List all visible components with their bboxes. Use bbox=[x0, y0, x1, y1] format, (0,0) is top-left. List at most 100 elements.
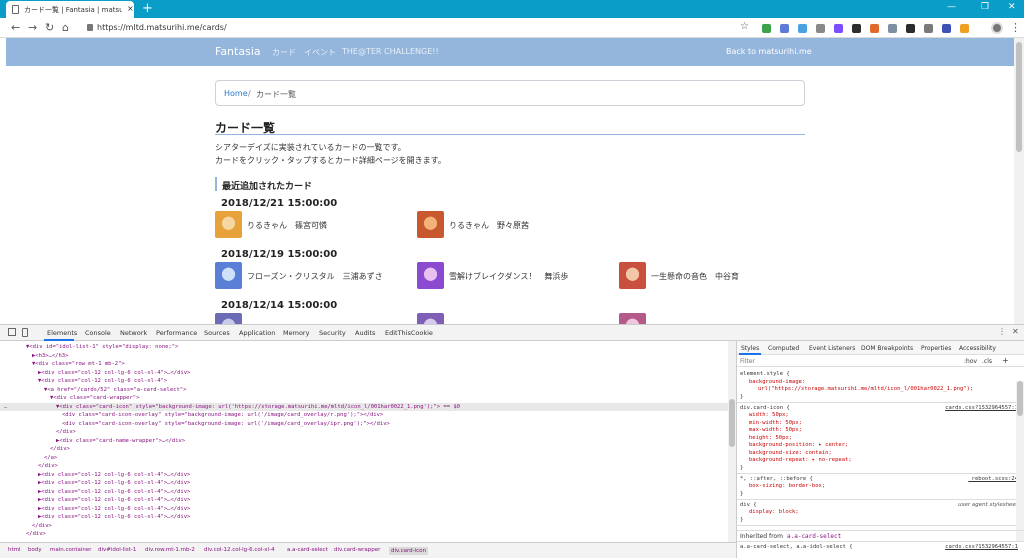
card-link[interactable] bbox=[619, 313, 819, 324]
card-link[interactable]: 一生懸命の音色 中谷育 bbox=[619, 262, 819, 290]
card-icon[interactable] bbox=[417, 313, 444, 324]
css-declaration[interactable]: url("https://storage.matsurihi.me/mltd/i… bbox=[758, 386, 973, 394]
styles-tab[interactable]: Accessibility bbox=[959, 345, 996, 352]
card-link[interactable] bbox=[417, 313, 617, 324]
extension-icon[interactable] bbox=[816, 24, 825, 33]
inherited-source-link[interactable]: cards.css?1532964557:1 bbox=[945, 544, 1018, 550]
devtools-close-icon[interactable]: ✕ bbox=[1012, 327, 1019, 336]
class-toggle-button[interactable]: .cls bbox=[982, 358, 992, 365]
css-declaration[interactable]: display: block; bbox=[749, 509, 799, 517]
card-link[interactable]: フローズン・クリスタル 三浦あずさ bbox=[215, 262, 415, 290]
card-icon[interactable] bbox=[417, 211, 444, 238]
extension-icon[interactable] bbox=[852, 24, 861, 33]
breadcrumb-home-link[interactable]: Home bbox=[224, 89, 248, 98]
dom-node[interactable]: … ▼<div class="card-icon" style="backgrou… bbox=[0, 402, 728, 411]
dom-node[interactable]: ▶<div class="col-12 col-lg-6 col-xl-4">…… bbox=[0, 479, 728, 488]
dom-breadcrumb-item[interactable]: div.col-12.col-lg-6.col-xl-4 bbox=[204, 547, 275, 553]
dom-node[interactable]: </div> bbox=[0, 522, 728, 531]
lock-icon[interactable] bbox=[87, 24, 93, 31]
extension-icon[interactable] bbox=[942, 24, 951, 33]
styles-tab[interactable]: Properties bbox=[921, 345, 951, 352]
devtools-tab[interactable]: Sources bbox=[204, 329, 230, 337]
css-source-link[interactable]: _reboot.scss:24 bbox=[968, 476, 1018, 482]
card-icon[interactable] bbox=[215, 262, 242, 289]
css-declaration[interactable]: width: 50px; bbox=[749, 412, 789, 420]
card-name[interactable]: 一生懸命の音色 中谷育 bbox=[651, 271, 739, 282]
card-name[interactable]: りるきゃん 野々原茜 bbox=[449, 220, 529, 231]
css-declaration[interactable]: background-size: contain; bbox=[749, 450, 832, 458]
css-declaration[interactable]: height: 50px; bbox=[749, 435, 792, 443]
devtools-tab[interactable]: Console bbox=[85, 329, 111, 337]
devtools-tab[interactable]: Memory bbox=[283, 329, 309, 337]
forward-icon[interactable]: → bbox=[28, 21, 37, 34]
dom-node[interactable]: <div class="card-icon-overlay" style="ba… bbox=[0, 411, 728, 420]
dom-node[interactable]: </div> bbox=[0, 462, 728, 471]
dom-ellipsis-icon[interactable]: … bbox=[4, 404, 7, 410]
styles-tab[interactable]: Computed bbox=[768, 345, 799, 352]
dom-node[interactable]: ▼<div id="idol-list-1" style="display: n… bbox=[0, 343, 728, 352]
devtools-tab[interactable]: Audits bbox=[355, 329, 375, 337]
extension-icon[interactable] bbox=[870, 24, 879, 33]
extension-icon[interactable] bbox=[798, 24, 807, 33]
back-icon[interactable]: ← bbox=[11, 21, 20, 34]
css-source-link[interactable]: cards.css?1532964557:1 bbox=[945, 405, 1018, 411]
card-link[interactable]: 雪解けブレイクダンス！ 舞浜歩 bbox=[417, 262, 617, 290]
nav-link-cards[interactable]: カード bbox=[272, 47, 296, 58]
dom-breadcrumb-item[interactable]: html bbox=[8, 547, 21, 553]
dom-node[interactable]: <div class="card-icon-overlay" style="ba… bbox=[0, 420, 728, 429]
devtools-tab[interactable]: Network bbox=[120, 329, 147, 337]
css-declaration[interactable]: max-width: 50px; bbox=[749, 427, 802, 435]
styles-scrollbar-thumb[interactable] bbox=[1017, 381, 1023, 416]
dom-breadcrumb-item[interactable]: div#idol-list-1 bbox=[98, 547, 136, 553]
styles-scrollbar[interactable] bbox=[1016, 381, 1024, 541]
styles-tab[interactable]: DOM Breakpoints bbox=[861, 345, 913, 352]
bookmark-star-icon[interactable]: ☆ bbox=[740, 21, 749, 32]
dom-breadcrumb-item[interactable]: div.card-wrapper bbox=[334, 547, 380, 553]
dom-node[interactable]: </div> bbox=[0, 445, 728, 454]
card-icon[interactable] bbox=[215, 313, 242, 324]
devtools-tab[interactable]: EditThisCookie bbox=[385, 329, 433, 337]
extension-icon[interactable] bbox=[906, 24, 915, 33]
reload-icon[interactable]: ↻ bbox=[45, 21, 54, 34]
elements-scrollbar-thumb[interactable] bbox=[729, 399, 735, 447]
css-declaration[interactable]: box-sizing: border-box; bbox=[749, 483, 825, 491]
extension-icon[interactable] bbox=[924, 24, 933, 33]
inherited-from-link[interactable]: a.a-card-select bbox=[787, 533, 841, 540]
dom-breadcrumb-item[interactable]: div.card-icon bbox=[389, 547, 429, 555]
card-name[interactable]: フローズン・クリスタル 三浦あずさ bbox=[247, 271, 383, 282]
home-icon[interactable]: ⌂ bbox=[62, 21, 69, 34]
dom-node[interactable]: ▶<div class="col-12 col-lg-6 col-xl-4">…… bbox=[0, 471, 728, 480]
extension-icon[interactable] bbox=[780, 24, 789, 33]
inspect-element-icon[interactable] bbox=[8, 328, 16, 336]
extension-icon[interactable] bbox=[888, 24, 897, 33]
dom-breadcrumb-item[interactable]: main.container bbox=[50, 547, 92, 553]
card-icon[interactable] bbox=[619, 313, 646, 324]
extension-icon[interactable] bbox=[960, 24, 969, 33]
new-tab-button[interactable]: + bbox=[142, 1, 153, 16]
css-declaration[interactable]: background-repeat: ▸ no-repeat; bbox=[749, 457, 852, 465]
nav-link-events[interactable]: イベント bbox=[304, 47, 336, 58]
dom-node[interactable]: ▼<div class="row mt-1 mb-2"> bbox=[0, 360, 728, 369]
minimize-icon[interactable]: — bbox=[947, 2, 956, 12]
card-link[interactable]: りるきゃん 野々原茜 bbox=[417, 211, 617, 239]
dom-node[interactable]: ▼<div class="col-12 col-lg-6 col-xl-4"> bbox=[0, 377, 728, 386]
css-declaration[interactable]: background-position: ▸ center; bbox=[749, 442, 848, 450]
dom-node[interactable]: ▶<div class="col-12 col-lg-6 col-xl-4">…… bbox=[0, 369, 728, 378]
devtools-tab[interactable]: Elements bbox=[47, 329, 77, 337]
devtools-tab[interactable]: Application bbox=[239, 329, 275, 337]
device-toolbar-icon[interactable] bbox=[22, 328, 28, 337]
tab-close-icon[interactable]: × bbox=[127, 4, 134, 13]
dom-node[interactable]: ▶<div class="col-12 col-lg-6 col-xl-4">…… bbox=[0, 513, 728, 522]
card-link[interactable]: りるきゃん 篠宮可憐 bbox=[215, 211, 415, 239]
dom-breadcrumb-item[interactable]: div.row.mt-1.mb-2 bbox=[145, 547, 195, 553]
dom-node[interactable]: ▶<h3>…</h3> bbox=[0, 352, 728, 361]
card-link[interactable] bbox=[215, 313, 415, 324]
page-scrollbar[interactable] bbox=[1014, 38, 1024, 324]
card-name[interactable]: りるきゃん 篠宮可憐 bbox=[247, 220, 327, 231]
styles-filter-input[interactable] bbox=[740, 356, 940, 366]
styles-tab[interactable]: Event Listeners bbox=[809, 345, 855, 352]
elements-scrollbar[interactable] bbox=[728, 341, 736, 542]
dom-node[interactable]: ▶<div class="col-12 col-lg-6 col-xl-4">…… bbox=[0, 488, 728, 497]
card-icon[interactable] bbox=[215, 211, 242, 238]
site-brand[interactable]: Fantasia bbox=[215, 45, 261, 58]
